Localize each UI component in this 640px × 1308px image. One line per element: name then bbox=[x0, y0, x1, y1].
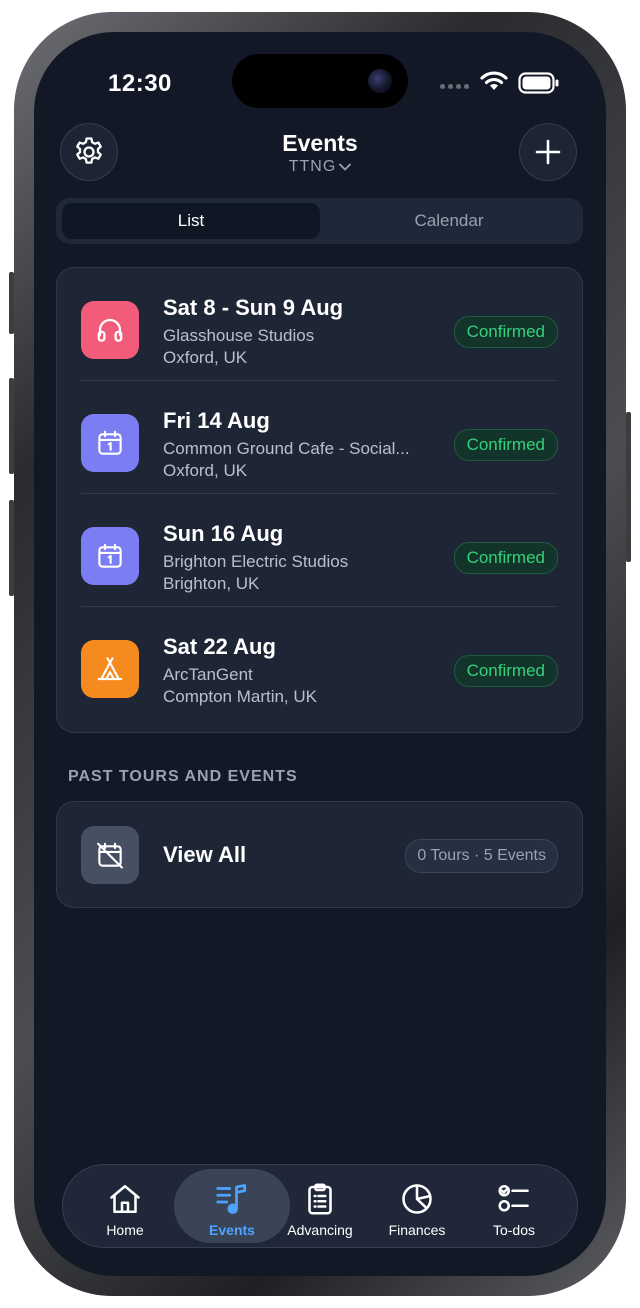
event-date: Sat 8 - Sun 9 Aug bbox=[163, 295, 344, 320]
event-location: Brighton, UK bbox=[163, 574, 260, 593]
add-event-button[interactable] bbox=[519, 123, 577, 181]
cellular-signal-icon bbox=[440, 84, 469, 89]
checklist-icon bbox=[498, 1184, 529, 1212]
tab-label: To-dos bbox=[492, 1222, 536, 1238]
tab-finances[interactable]: Finances bbox=[368, 1169, 466, 1243]
tab-calendar[interactable]: Calendar bbox=[320, 203, 578, 239]
tab-label: Home bbox=[106, 1222, 144, 1238]
event-type-icon bbox=[81, 527, 139, 585]
volume-up-button bbox=[9, 378, 14, 474]
calendar-off-icon bbox=[97, 842, 123, 869]
wifi-icon bbox=[480, 71, 508, 90]
headphones-icon bbox=[97, 318, 123, 342]
power-button bbox=[626, 412, 631, 562]
home-icon bbox=[110, 1184, 140, 1214]
tab-label: Finances bbox=[388, 1222, 446, 1238]
view-all-label: View All bbox=[163, 842, 247, 867]
action-button bbox=[9, 272, 14, 334]
event-location: Oxford, UK bbox=[163, 348, 248, 367]
event-date: Sun 16 Aug bbox=[163, 521, 284, 546]
event-location: Oxford, UK bbox=[163, 461, 248, 480]
dynamic-island bbox=[232, 54, 408, 108]
volume-down-button bbox=[9, 500, 14, 596]
bottom-tab-bar: Home Events Advancing Finances To-dos bbox=[62, 1164, 578, 1248]
status-bar: 12:30 bbox=[34, 32, 606, 132]
tab-list[interactable]: List bbox=[62, 203, 320, 239]
clipboard-icon bbox=[308, 1183, 332, 1215]
event-location: Compton Martin, UK bbox=[163, 687, 317, 706]
calendar-icon bbox=[98, 430, 122, 455]
tab-advancing[interactable]: Advancing bbox=[271, 1169, 369, 1243]
event-row[interactable]: Sat 22 Aug ArcTanGent Compton Martin, UK… bbox=[57, 607, 582, 720]
camera-icon bbox=[368, 69, 392, 93]
section-heading-past: PAST TOURS AND EVENTS bbox=[68, 768, 298, 785]
status-badge: Confirmed bbox=[453, 429, 558, 461]
event-date: Fri 14 Aug bbox=[163, 408, 270, 433]
event-row[interactable]: Sun 16 Aug Brighton Electric Studios Bri… bbox=[57, 494, 582, 607]
past-events-icon bbox=[81, 826, 139, 884]
music-list-icon bbox=[216, 1184, 247, 1214]
tab-to-dos[interactable]: To-dos bbox=[465, 1169, 563, 1243]
tent-icon bbox=[97, 657, 123, 681]
event-type-icon bbox=[81, 301, 139, 359]
app-screen: 12:30 Events TTNG List Calendar Sat 8 - … bbox=[34, 32, 606, 1276]
event-type-icon bbox=[81, 414, 139, 472]
status-badge: Confirmed bbox=[453, 542, 558, 574]
event-venue: Common Ground Cafe - Social... bbox=[163, 439, 410, 458]
status-time: 12:30 bbox=[108, 70, 172, 97]
event-type-icon bbox=[81, 640, 139, 698]
tab-label: Advancing bbox=[287, 1222, 353, 1238]
calendar-icon bbox=[98, 543, 122, 568]
battery-icon bbox=[518, 72, 559, 94]
event-venue: Glasshouse Studios bbox=[163, 326, 315, 345]
upcoming-events-list: Sat 8 - Sun 9 Aug Glasshouse Studios Oxf… bbox=[56, 267, 583, 733]
event-date: Sat 22 Aug bbox=[163, 634, 276, 659]
event-row[interactable]: Fri 14 Aug Common Ground Cafe - Social..… bbox=[57, 381, 582, 494]
chevron-down-icon bbox=[339, 163, 352, 171]
event-venue: Brighton Electric Studios bbox=[163, 552, 349, 571]
pie-chart-icon bbox=[402, 1184, 432, 1214]
status-badge: Confirmed bbox=[453, 316, 558, 348]
past-counts-badge: 0 Tours · 5 Events bbox=[405, 839, 558, 873]
event-venue: ArcTanGent bbox=[163, 665, 253, 684]
plus-icon bbox=[535, 139, 561, 165]
event-row[interactable]: Sat 8 - Sun 9 Aug Glasshouse Studios Oxf… bbox=[57, 268, 582, 381]
view-all-past-row[interactable]: View All 0 Tours · 5 Events bbox=[56, 801, 583, 908]
status-badge: Confirmed bbox=[453, 655, 558, 687]
view-toggle: List Calendar bbox=[56, 198, 583, 244]
artist-name: TTNG bbox=[288, 158, 337, 175]
tab-home[interactable]: Home bbox=[76, 1169, 174, 1243]
